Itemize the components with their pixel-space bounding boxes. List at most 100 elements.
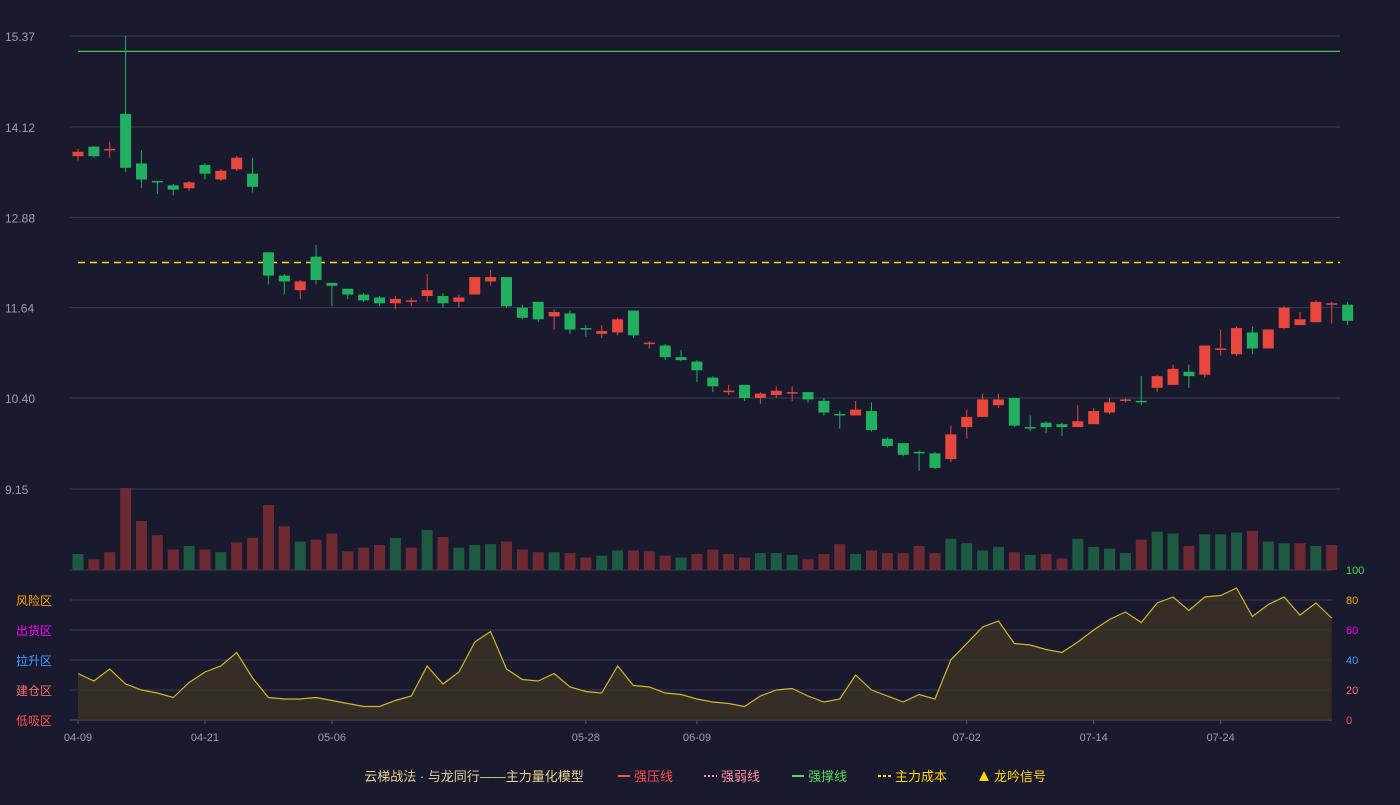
volume-bar (389, 537, 401, 570)
candle (247, 157, 259, 193)
legend-label: 主力成本 (895, 769, 947, 784)
candle-body (596, 330, 608, 334)
candle-body (1088, 411, 1100, 425)
candle-body (786, 392, 798, 394)
candle-body (247, 173, 259, 187)
candle-body (723, 390, 735, 393)
candle (659, 344, 671, 361)
candle-body (135, 163, 147, 180)
candle (1072, 405, 1084, 428)
candle (262, 252, 274, 285)
volume-bar (1135, 539, 1147, 570)
candle (691, 360, 703, 382)
legend-item-strength[interactable]: 强弱线 (704, 769, 760, 784)
volume-bar (1262, 541, 1274, 570)
candle-body (675, 357, 687, 361)
candle (1119, 397, 1131, 403)
candle-body (1199, 345, 1211, 375)
candle-body (104, 148, 116, 151)
candle (1199, 345, 1211, 378)
volume-bar (1119, 553, 1131, 570)
legend-item-signal[interactable]: 龙吟信号 (979, 769, 1046, 784)
candle (1151, 374, 1163, 393)
candle-body (437, 296, 449, 304)
candle (707, 376, 719, 393)
triangle-icon (979, 771, 989, 781)
volume-bar (199, 549, 211, 570)
candle (802, 392, 814, 403)
volume-bar (1310, 545, 1322, 570)
volume-bar (278, 526, 290, 570)
volume-bar (437, 537, 449, 570)
candle-body (151, 180, 163, 183)
candle (1104, 397, 1116, 414)
legend-label: 龙吟信号 (994, 769, 1046, 784)
volume-bar (247, 537, 259, 570)
candle (231, 156, 243, 171)
candle (770, 386, 782, 398)
volume-bar (310, 539, 322, 570)
legend-item-resistance[interactable]: 强压线 (618, 769, 673, 784)
price-tick-label: 15.37 (5, 30, 35, 44)
legend-label: 强撑线 (808, 769, 847, 784)
zone-label: 风险区 (16, 593, 52, 608)
candle-body (1119, 399, 1131, 401)
indicator-tick-label: 0 (1346, 715, 1352, 727)
x-tick-label: 07-14 (1080, 732, 1108, 744)
candle-body (1246, 332, 1258, 349)
volume-bar (723, 553, 735, 570)
volume-bar (167, 549, 179, 570)
candle-body (929, 453, 941, 468)
volume-bar (1008, 552, 1020, 570)
volume-bar (739, 557, 751, 570)
candle (850, 400, 862, 416)
candle-body (992, 399, 1004, 406)
candle (1294, 312, 1306, 326)
candle-body (215, 170, 227, 180)
zone-label: 低吸区 (16, 714, 52, 728)
volume-bar (358, 547, 370, 570)
candle-body (850, 409, 862, 416)
x-tick-label: 05-06 (318, 732, 346, 744)
candle-body (485, 277, 497, 282)
candle (1056, 422, 1068, 436)
volume-bar (326, 533, 338, 570)
candle-body (802, 392, 814, 400)
zone-label: 拉升区 (16, 653, 52, 668)
candle (516, 304, 528, 320)
candle (977, 393, 989, 417)
volume-bar (1294, 543, 1306, 570)
volume-bar (675, 557, 687, 570)
candle (866, 402, 877, 432)
candle (215, 169, 227, 181)
candle-body (548, 312, 560, 317)
candle (580, 325, 592, 337)
candle-body (659, 345, 671, 358)
candle-body (1183, 371, 1195, 377)
price-tick-label: 12.88 (5, 211, 35, 225)
volume-bar (1072, 538, 1084, 570)
volume-bar (88, 559, 100, 570)
candle-body (421, 290, 433, 297)
candle-body (1278, 307, 1290, 329)
candle (643, 341, 655, 349)
volume-bar (1167, 533, 1179, 570)
candle (1231, 326, 1243, 356)
candle-body (1104, 402, 1116, 413)
candle (151, 180, 163, 195)
volume-bar (897, 553, 909, 570)
volume-bar (786, 554, 798, 570)
legend-item-support[interactable]: 强撑线 (792, 769, 847, 784)
candle-body (532, 301, 544, 320)
price-tick-label: 11.64 (5, 302, 34, 316)
price-tick-label: 14.12 (5, 121, 35, 135)
volume-bar (818, 553, 830, 570)
candlestick-chart: 15.37 14.12 12.88 11.64 10.40 9.15 100 80 60 40 20… (5, 30, 1364, 784)
candle-body (120, 113, 132, 168)
candle-body (770, 390, 782, 396)
candle-body (516, 307, 528, 318)
volume-bar (151, 535, 163, 570)
legend: 云梯战法 · 与龙同行——主力量化模型 强压线 强弱线 强撑线 主力成本 龙吟信… (364, 769, 1046, 784)
candle (786, 386, 798, 401)
legend-item-main-cost[interactable]: 主力成本 (878, 769, 947, 784)
